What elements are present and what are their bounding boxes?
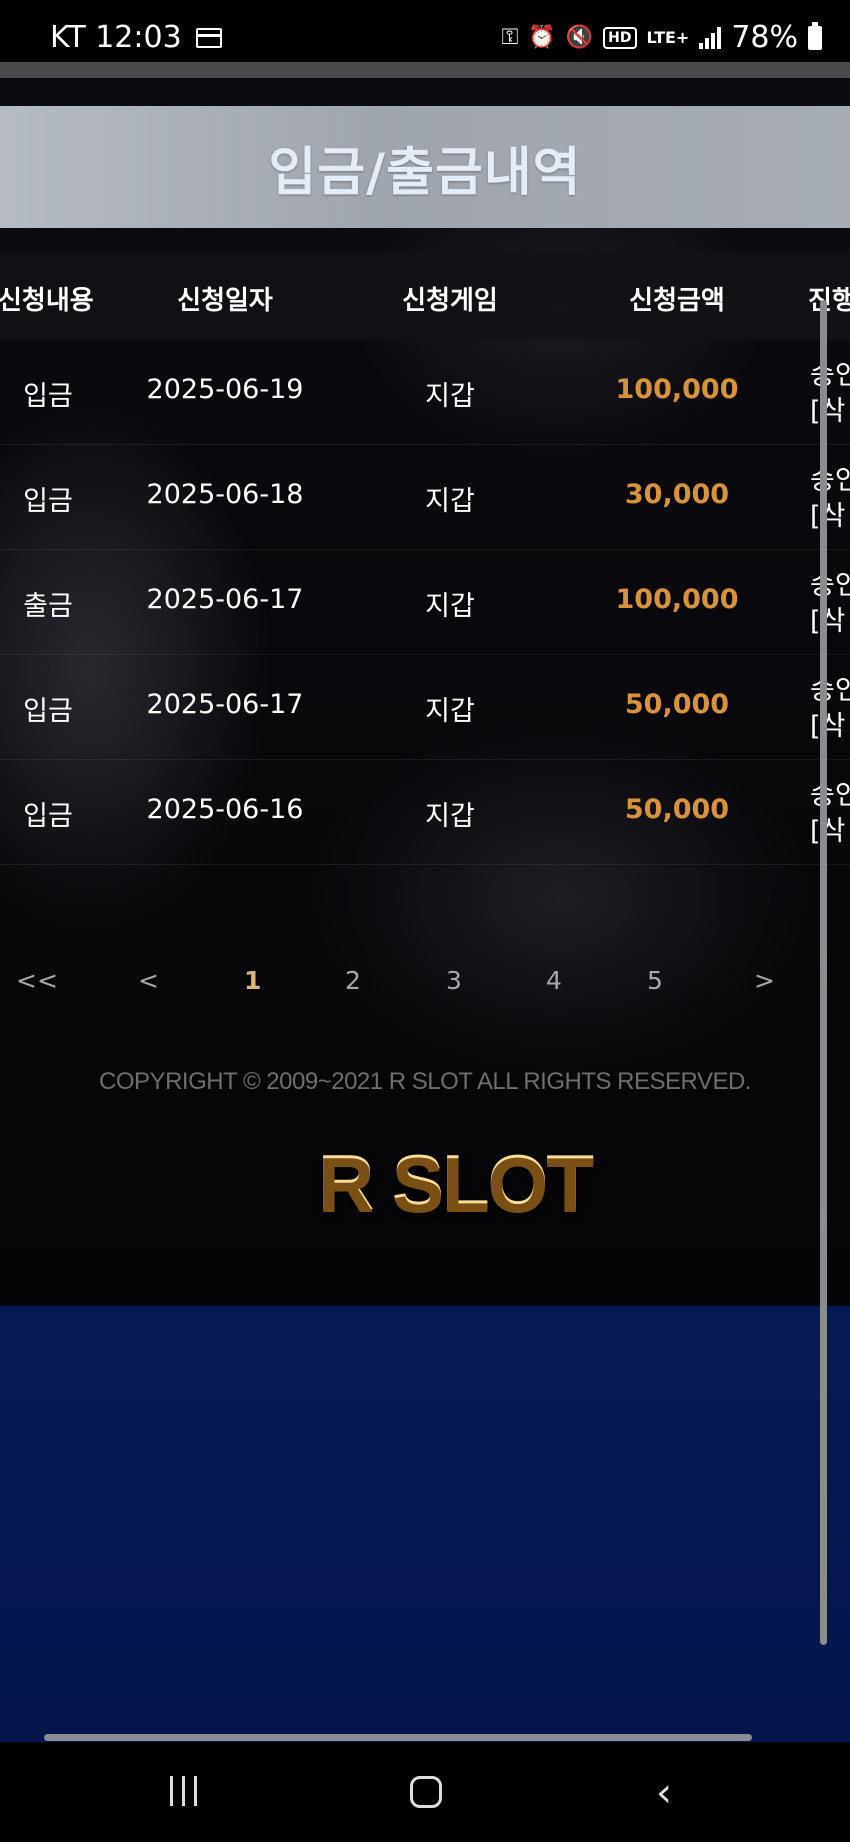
page-button-5[interactable]: 5 (647, 966, 663, 995)
status-right: ⚿ ⏰ 🔇 HD LTE+ 78% (502, 20, 822, 55)
cell-amount: 30,000 (624, 479, 730, 510)
header-request-date: 신청일자 (177, 286, 273, 316)
blue-footer-area (0, 1306, 850, 1742)
header-request-amount: 신청금액 (629, 286, 725, 316)
home-icon[interactable] (410, 1776, 442, 1808)
status-label: 승인 (810, 465, 850, 496)
cell-game: 지갑 (425, 591, 475, 622)
cell-game: 지갑 (425, 801, 475, 832)
page-button-1[interactable]: 1 (244, 966, 261, 995)
battery-percent: 78% (731, 20, 798, 55)
cell-date: 2025-06-17 (146, 689, 304, 720)
table-row: 입금 2025-06-19 지갑 100,000 승인 [삭 (0, 340, 850, 445)
payment-card-icon (195, 27, 222, 48)
cell-date: 2025-06-17 (146, 584, 304, 615)
cell-amount: 100,000 (615, 374, 739, 405)
table-row: 출금 2025-06-17 지갑 100,000 승인 [삭 (0, 550, 850, 655)
cell-amount: 50,000 (624, 794, 730, 825)
cell-game: 지갑 (425, 381, 475, 412)
delete-link[interactable]: [삭 (810, 814, 850, 850)
cell-amount: 100,000 (615, 584, 739, 615)
battery-icon (808, 21, 822, 50)
page-header: 입금/출금내역 (0, 106, 850, 228)
header-request-game: 신청게임 (402, 286, 498, 316)
delete-link[interactable]: [삭 (810, 499, 850, 535)
cell-type: 출금 (23, 591, 73, 622)
page-title: 입금/출금내역 (268, 142, 582, 203)
recent-apps-icon[interactable] (170, 1776, 197, 1806)
prev-page-button[interactable]: < (138, 966, 159, 995)
copyright-text: COPYRIGHT © 2009~2021 R SLOT ALL RIGHTS … (99, 1068, 751, 1095)
key-icon: ⚿ (501, 25, 519, 50)
status-label: 승인 (810, 360, 850, 391)
cell-game: 지갑 (425, 486, 475, 517)
table-row: 입금 2025-06-17 지갑 50,000 승인 [삭 (0, 655, 850, 760)
network-type: LTE+ (646, 27, 690, 47)
cell-type: 입금 (23, 381, 73, 412)
header-progress: 진행 (808, 286, 850, 316)
signal-icon (699, 26, 722, 49)
page-button-3[interactable]: 3 (446, 966, 462, 995)
status-left: KT 12:03 (50, 20, 222, 55)
rslot-logo[interactable]: R SLOT (300, 1138, 610, 1228)
cell-type: 입금 (23, 801, 73, 832)
status-label: 승인 (810, 675, 850, 706)
cell-date: 2025-06-16 (146, 794, 304, 825)
cell-status: 승인 [삭 (810, 358, 850, 430)
history-table: 신청내용 신청일자 신청게임 신청금액 진행 입금 2025-06-19 지갑 … (0, 252, 850, 865)
cell-game: 지갑 (425, 696, 475, 727)
cell-status: 승인 [삭 (810, 463, 850, 535)
pagination: << < 1 2 3 4 5 > (0, 966, 850, 1016)
status-label: 승인 (810, 570, 850, 601)
horizontal-scrollbar[interactable] (44, 1734, 752, 1741)
cell-status: 승인 [삭 (810, 568, 850, 640)
header-request-type: 신청내용 (0, 286, 94, 316)
cell-status: 승인 [삭 (810, 778, 850, 850)
back-icon[interactable]: ‹ (656, 1770, 672, 1816)
cell-status: 승인 [삭 (810, 673, 850, 745)
page-button-4[interactable]: 4 (546, 966, 562, 995)
page-content: 입금/출금내역 신청내용 신청일자 신청게임 신청금액 진행 입금 2025-0… (0, 78, 850, 1306)
mute-icon: 🔇 (565, 25, 594, 50)
delete-link[interactable]: [삭 (810, 394, 850, 430)
browser-top-bar (0, 62, 850, 78)
cell-type: 입금 (23, 696, 73, 727)
table-row: 입금 2025-06-16 지갑 50,000 승인 [삭 (0, 760, 850, 865)
page-button-2[interactable]: 2 (345, 966, 361, 995)
alarm-icon: ⏰ (528, 25, 556, 50)
cell-date: 2025-06-19 (146, 374, 304, 405)
delete-link[interactable]: [삭 (810, 604, 850, 640)
system-nav-bar: ‹ (0, 1742, 850, 1842)
status-label: 승인 (810, 780, 850, 811)
table-header: 신청내용 신청일자 신청게임 신청금액 진행 (0, 252, 850, 340)
logo-text: R SLOT (318, 1138, 594, 1227)
carrier-time: KT 12:03 (50, 20, 182, 55)
cell-date: 2025-06-18 (146, 479, 304, 510)
table-row: 입금 2025-06-18 지갑 30,000 승인 [삭 (0, 445, 850, 550)
first-page-button[interactable]: << (16, 966, 58, 995)
cell-amount: 50,000 (624, 689, 730, 720)
vertical-scrollbar[interactable] (820, 300, 827, 1645)
next-page-button[interactable]: > (754, 966, 775, 995)
delete-link[interactable]: [삭 (810, 709, 850, 745)
hd-icon: HD (603, 26, 637, 49)
cell-type: 입금 (23, 486, 73, 517)
